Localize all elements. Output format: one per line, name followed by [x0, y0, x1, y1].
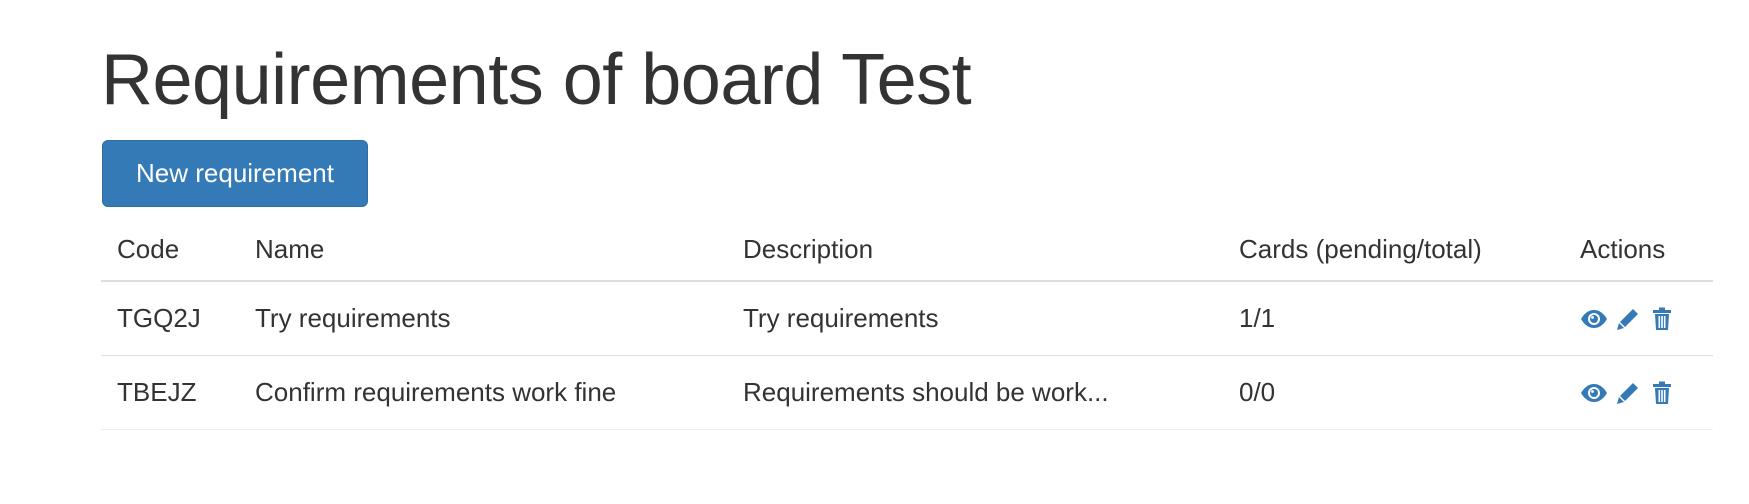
cell-actions: [1564, 281, 1713, 356]
cell-name: Confirm requirements work fine: [239, 355, 727, 430]
new-requirement-button[interactable]: New requirement: [102, 140, 368, 207]
table-row: TGQ2J Try requirements Try requirements …: [101, 281, 1713, 356]
view-icon[interactable]: [1580, 305, 1608, 333]
column-header-description: Description: [727, 218, 1223, 282]
cell-actions: [1564, 355, 1713, 430]
row-actions: [1580, 379, 1713, 407]
cell-description: Try requirements: [727, 281, 1223, 356]
cell-code: TGQ2J: [101, 281, 239, 356]
delete-icon[interactable]: [1648, 379, 1676, 407]
column-header-code: Code: [101, 218, 239, 282]
requirements-table: Code Name Description Cards (pending/tot…: [101, 218, 1713, 430]
cell-code: TBEJZ: [101, 355, 239, 430]
cell-cards: 0/0: [1223, 355, 1564, 430]
edit-icon[interactable]: [1614, 379, 1642, 407]
cell-name: Try requirements: [239, 281, 727, 356]
row-actions: [1580, 305, 1713, 333]
column-header-actions: Actions: [1564, 218, 1713, 282]
cell-description: Requirements should be work...: [727, 355, 1223, 430]
page-title: Requirements of board Test: [101, 40, 972, 120]
table-header: Code Name Description Cards (pending/tot…: [101, 218, 1713, 282]
view-icon[interactable]: [1580, 379, 1608, 407]
cell-cards: 1/1: [1223, 281, 1564, 356]
edit-icon[interactable]: [1614, 305, 1642, 333]
table-row: TBEJZ Confirm requirements work fine Req…: [101, 355, 1713, 430]
table-header-row: Code Name Description Cards (pending/tot…: [101, 218, 1713, 282]
column-header-name: Name: [239, 218, 727, 282]
delete-icon[interactable]: [1648, 305, 1676, 333]
table-body: TGQ2J Try requirements Try requirements …: [101, 281, 1713, 430]
column-header-cards: Cards (pending/total): [1223, 218, 1564, 282]
